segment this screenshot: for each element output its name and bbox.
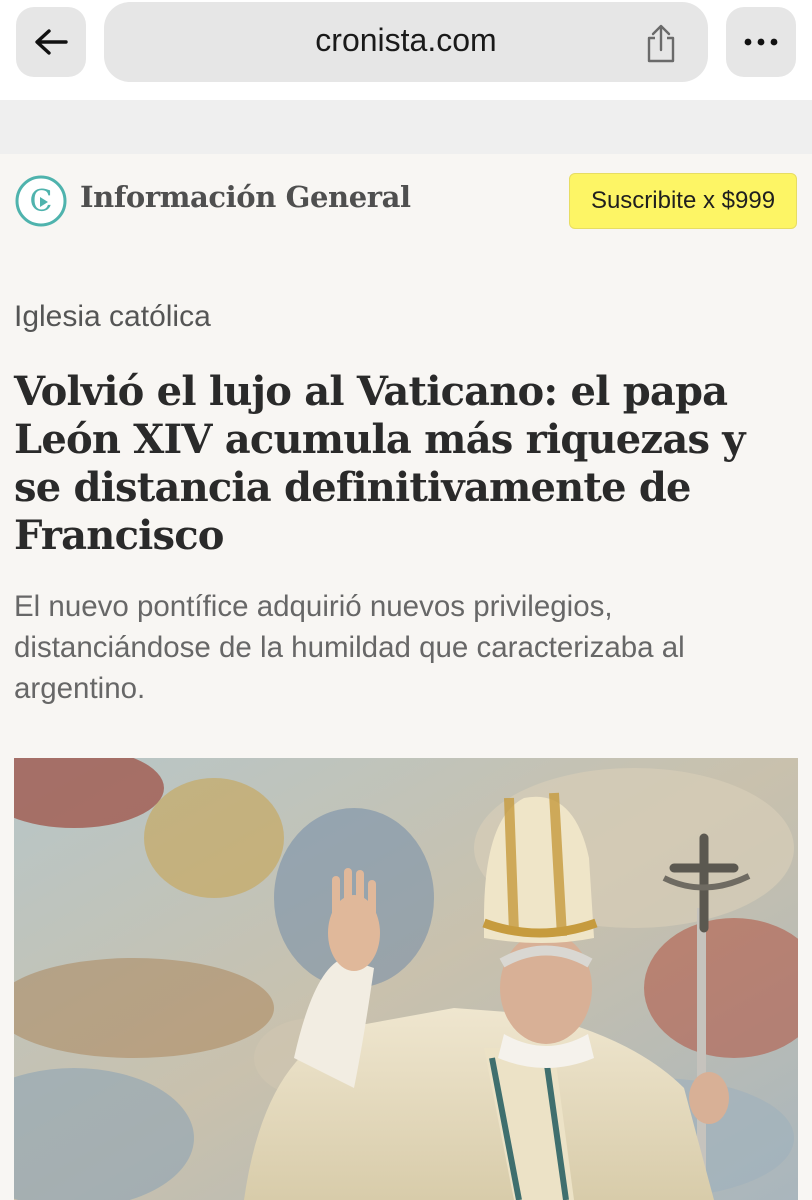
subscribe-button[interactable]: Suscribite x $999 — [569, 173, 797, 229]
article-category[interactable]: Iglesia católica — [14, 300, 211, 334]
cronista-logo-icon[interactable]: C — [15, 175, 67, 227]
article-photo — [14, 758, 798, 1200]
ellipsis-icon — [744, 38, 778, 46]
toolbar-separator-band — [0, 100, 812, 154]
article-page: C Información General Suscribite x $999 … — [0, 154, 812, 1200]
article-headline: Volvió el lujo al Vaticano: el papa León… — [14, 368, 746, 559]
share-icon — [647, 24, 675, 63]
article-summary: El nuevo pontífice adquirió nuevos privi… — [14, 590, 685, 705]
arrow-left-icon — [35, 29, 68, 55]
browser-toolbar: cronista.com — [0, 0, 812, 101]
url-text: cronista.com — [315, 22, 497, 58]
more-button[interactable] — [726, 7, 796, 77]
pope-waving-photo — [14, 758, 798, 1200]
back-button[interactable] — [16, 7, 86, 77]
section-title[interactable]: Información General — [80, 180, 411, 214]
address-bar[interactable]: cronista.com — [104, 2, 708, 82]
share-button[interactable] — [644, 24, 678, 64]
